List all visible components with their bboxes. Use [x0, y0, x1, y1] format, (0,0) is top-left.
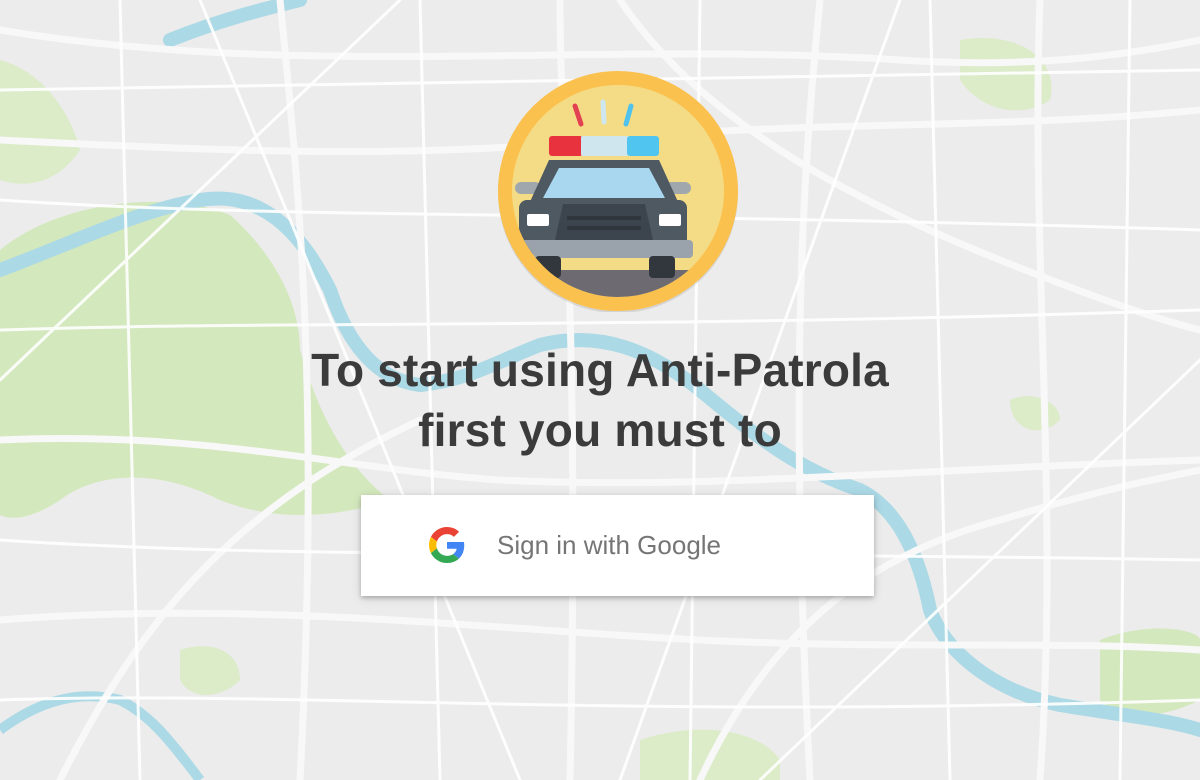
page-title: To start using Anti-Patrola first you mu… — [0, 340, 1200, 460]
google-signin-button[interactable]: Sign in with Google — [361, 495, 874, 596]
headline-line-1: To start using Anti-Patrola — [311, 344, 889, 396]
headline-line-2: first you must to — [418, 404, 782, 456]
police-car-icon — [498, 71, 738, 312]
signin-button-label: Sign in with Google — [497, 530, 722, 560]
app-logo-badge — [497, 70, 739, 312]
google-g-icon — [429, 527, 465, 563]
